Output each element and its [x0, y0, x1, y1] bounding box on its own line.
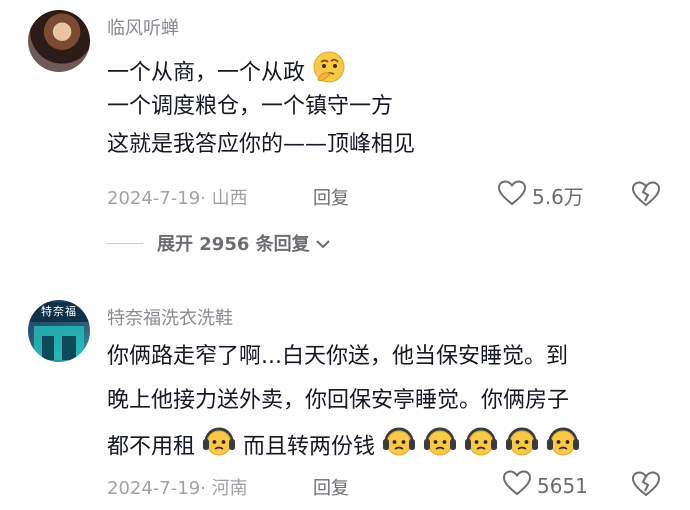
comment-date: 2024-7-19: [107, 188, 201, 209]
divider: [107, 242, 143, 244]
chevron-down-icon: [315, 233, 330, 254]
dislike-button[interactable]: [631, 181, 661, 211]
comment-text: 这就是我答应你的——顶峰相见: [107, 132, 416, 157]
comment-location: 山西: [211, 188, 248, 209]
avatar-door: [42, 336, 54, 360]
headphone-sad-emoji-icon: [546, 424, 580, 471]
comment-text: 晚上他接力送外卖，你回保安亭睡觉。你俩房子: [107, 388, 570, 413]
headphone-sad-emoji-icon: [423, 424, 457, 471]
like-count: 5651: [537, 473, 588, 498]
avatar[interactable]: [28, 10, 90, 72]
avatar-sign-text: 特奈福: [28, 302, 90, 322]
comment-date: 2024-7-19: [107, 478, 201, 499]
headphone-sad-emoji-icon: [202, 424, 236, 471]
heart-icon: [502, 470, 532, 501]
expand-replies-label: 展开 2956 条回复: [157, 234, 310, 255]
comment-text: 你俩路走窄了啊...白天你送，他当保安睡觉。到: [107, 344, 568, 369]
broken-heart-icon: [631, 471, 661, 501]
headphone-sad-emoji-icon: [382, 424, 416, 471]
headphone-sad-emoji-icon: [464, 424, 498, 471]
comment-meta: 2024-7-19· 山西: [107, 188, 248, 209]
dislike-button[interactable]: [631, 471, 661, 501]
headphone-sad-emoji-icon: [505, 424, 539, 471]
like-button[interactable]: 5651: [502, 470, 588, 501]
avatar-door: [62, 336, 76, 360]
reply-button[interactable]: 回复: [313, 474, 349, 500]
like-button[interactable]: 5.6万: [497, 180, 584, 211]
reply-button[interactable]: 回复: [313, 184, 349, 210]
comment-username[interactable]: 临风听蝉: [107, 14, 179, 40]
like-count: 5.6万: [532, 185, 584, 209]
comment-text: 一个调度粮仓，一个镇守一方: [107, 94, 394, 119]
comment-text: 一个从商，一个从政: [107, 60, 306, 86]
comment-text-line: 都不用租 而且转两份钱: [107, 424, 580, 471]
comment-item: 临风听蝉 一个从商，一个从政 一个调度粮仓，一个镇守一方 这就是我答应你的——顶…: [0, 0, 690, 270]
comment-meta: 2024-7-19· 河南: [107, 478, 248, 499]
comment-text: 都不用租: [107, 434, 196, 460]
heart-icon: [497, 180, 527, 211]
expand-replies-button[interactable]: 展开 2956 条回复: [107, 230, 330, 256]
comment-username[interactable]: 特奈福洗衣洗鞋: [107, 304, 233, 330]
comment-text: 而且转两份钱: [243, 434, 376, 460]
avatar[interactable]: 特奈福: [28, 300, 90, 362]
comment-location: 河南: [211, 478, 248, 499]
broken-heart-icon: [631, 181, 661, 211]
